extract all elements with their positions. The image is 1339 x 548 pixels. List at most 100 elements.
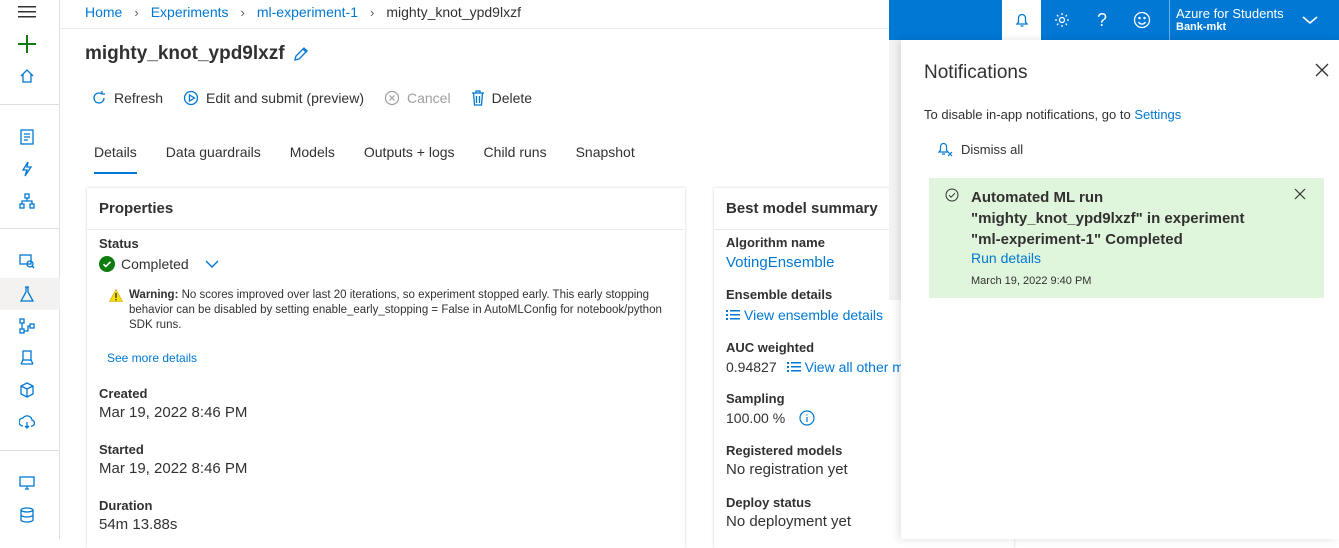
run-details-link[interactable]: Run details bbox=[971, 250, 1041, 266]
see-more-details-link[interactable]: See more details bbox=[107, 351, 197, 365]
edit-submit-label: Edit and submit (preview) bbox=[206, 90, 364, 106]
notification-time: March 19, 2022 9:40 PM bbox=[971, 275, 1092, 287]
chevron-right-icon: › bbox=[240, 4, 245, 20]
tab-outputs-logs[interactable]: Outputs + logs bbox=[364, 144, 455, 170]
breadcrumb-experiments[interactable]: Experiments bbox=[151, 4, 229, 20]
started-value: Mar 19, 2022 8:46 PM bbox=[99, 460, 248, 477]
algorithm-link[interactable]: VotingEnsemble bbox=[726, 254, 834, 271]
refresh-button[interactable]: Refresh bbox=[91, 90, 163, 106]
tab-child-runs[interactable]: Child runs bbox=[484, 144, 547, 170]
page-title: mighty_knot_ypd9lxzf bbox=[85, 43, 285, 64]
refresh-icon bbox=[93, 91, 105, 104]
created-label: Created bbox=[99, 386, 148, 401]
models-icon[interactable] bbox=[16, 347, 38, 369]
settings-button[interactable] bbox=[1042, 0, 1082, 40]
home-icon[interactable] bbox=[16, 65, 38, 87]
status-value: Completed bbox=[121, 256, 189, 272]
question-icon: ? bbox=[1096, 9, 1107, 30]
list-icon bbox=[726, 310, 740, 320]
notification-line-2: "mighty_knot_ypd9lxzf" in experiment bbox=[971, 210, 1245, 227]
dismiss-all-button[interactable]: Dismiss all bbox=[937, 141, 1023, 157]
tab-snapshot[interactable]: Snapshot bbox=[576, 144, 635, 170]
datasets-icon[interactable] bbox=[16, 250, 38, 272]
status-label: Status bbox=[99, 236, 139, 251]
left-nav bbox=[0, 0, 60, 539]
breadcrumb: Home › Experiments › ml-experiment-1 › m… bbox=[85, 4, 521, 20]
pipelines-icon[interactable] bbox=[16, 315, 38, 337]
compute-icon[interactable] bbox=[16, 472, 38, 494]
hamburger-menu-icon[interactable] bbox=[16, 1, 38, 23]
plus-icon[interactable] bbox=[16, 33, 38, 55]
cancel-circle-icon bbox=[384, 90, 400, 106]
settings-link[interactable]: Settings bbox=[1134, 107, 1181, 122]
properties-title: Properties bbox=[87, 188, 685, 230]
view-ensemble-link[interactable]: View ensemble details bbox=[726, 307, 883, 323]
deploy-label: Deploy status bbox=[726, 495, 812, 510]
chevron-down-icon[interactable] bbox=[1302, 15, 1318, 25]
gear-icon bbox=[1055, 13, 1069, 27]
cancel-label: Cancel bbox=[406, 90, 451, 106]
breadcrumb-current: mighty_knot_ypd9lxzf bbox=[386, 4, 521, 20]
notification-line-3: "ml-experiment-1" Completed bbox=[971, 231, 1183, 248]
account-name: Azure for Students bbox=[1176, 6, 1284, 21]
breadcrumb-experiment[interactable]: ml-experiment-1 bbox=[257, 4, 358, 20]
notifications-title: Notifications bbox=[924, 62, 1028, 83]
edit-pencil-icon[interactable] bbox=[293, 46, 309, 62]
account-sub: Bank-mkt bbox=[1176, 21, 1227, 33]
notifications-button[interactable] bbox=[1001, 0, 1041, 40]
endpoints-icon[interactable] bbox=[16, 411, 38, 433]
warning-text: No scores improved over last 20 iteratio… bbox=[129, 289, 662, 331]
trash-icon bbox=[471, 90, 484, 106]
duration-value: 54m 13.88s bbox=[99, 516, 178, 533]
help-button[interactable]: ? bbox=[1082, 0, 1122, 40]
warning-icon bbox=[109, 289, 123, 302]
sampling-row: 100.00 % bbox=[726, 410, 815, 426]
tab-details[interactable]: Details bbox=[94, 144, 137, 174]
feedback-button[interactable] bbox=[1122, 0, 1162, 40]
cancel-button[interactable]: Cancel bbox=[384, 90, 451, 106]
chevron-down-icon[interactable] bbox=[205, 259, 219, 269]
delete-label: Delete bbox=[491, 90, 533, 106]
check-circle-outline-icon bbox=[945, 188, 959, 202]
notification-message: Automated ML run "mighty_knot_ypd9lxzf" … bbox=[971, 187, 1244, 250]
created-value: Mar 19, 2022 8:46 PM bbox=[99, 404, 248, 421]
tab-models[interactable]: Models bbox=[290, 144, 335, 170]
notification-item: Automated ML run "mighty_knot_ypd9lxzf" … bbox=[929, 178, 1324, 298]
notifications-panel: Notifications To disable in-app notifica… bbox=[901, 40, 1339, 539]
toolbar: Refresh Edit and submit (preview) Cancel… bbox=[91, 90, 552, 106]
bell-icon bbox=[1015, 13, 1028, 27]
registered-value: No registration yet bbox=[726, 461, 848, 478]
account-switcher[interactable]: Azure for Students Bank-mkt bbox=[1176, 6, 1284, 33]
sampling-value: 100.00 % bbox=[726, 410, 786, 426]
warning-prefix: Warning: bbox=[129, 289, 179, 301]
chevron-right-icon: › bbox=[370, 4, 375, 20]
duration-label: Duration bbox=[99, 498, 153, 513]
experiments-icon[interactable] bbox=[16, 283, 38, 305]
deploy-value: No deployment yet bbox=[726, 513, 852, 530]
designer-icon[interactable] bbox=[16, 190, 38, 212]
auc-label: AUC weighted bbox=[726, 340, 815, 355]
disable-notice: To disable in-app notifications, go to S… bbox=[924, 107, 1181, 122]
registered-label: Registered models bbox=[726, 443, 843, 458]
tab-data-guardrails[interactable]: Data guardrails bbox=[166, 144, 261, 170]
check-circle-icon bbox=[99, 256, 115, 272]
view-ensemble-label: View ensemble details bbox=[744, 307, 884, 323]
info-icon[interactable] bbox=[799, 410, 815, 426]
algorithm-label: Algorithm name bbox=[726, 235, 825, 250]
breadcrumb-home[interactable]: Home bbox=[85, 4, 122, 20]
datastore-icon[interactable] bbox=[16, 504, 38, 526]
automl-icon[interactable] bbox=[16, 158, 38, 180]
tab-bar: Details Data guardrails Models Outputs +… bbox=[94, 144, 664, 174]
properties-card: Properties Status Completed Warning: No … bbox=[87, 188, 685, 548]
disable-text: To disable in-app notifications, go to bbox=[924, 107, 1135, 122]
close-icon[interactable] bbox=[1294, 188, 1306, 200]
close-icon[interactable] bbox=[1315, 63, 1329, 77]
sampling-label: Sampling bbox=[726, 391, 785, 406]
edit-submit-button[interactable]: Edit and submit (preview) bbox=[183, 90, 364, 106]
cube-icon[interactable] bbox=[16, 379, 38, 401]
play-circle-icon bbox=[183, 90, 199, 106]
notebook-icon[interactable] bbox=[16, 126, 38, 148]
bell-dismiss-icon bbox=[937, 142, 953, 157]
delete-button[interactable]: Delete bbox=[471, 90, 532, 106]
top-bar: ? Azure for Students Bank-mkt bbox=[889, 0, 1339, 40]
